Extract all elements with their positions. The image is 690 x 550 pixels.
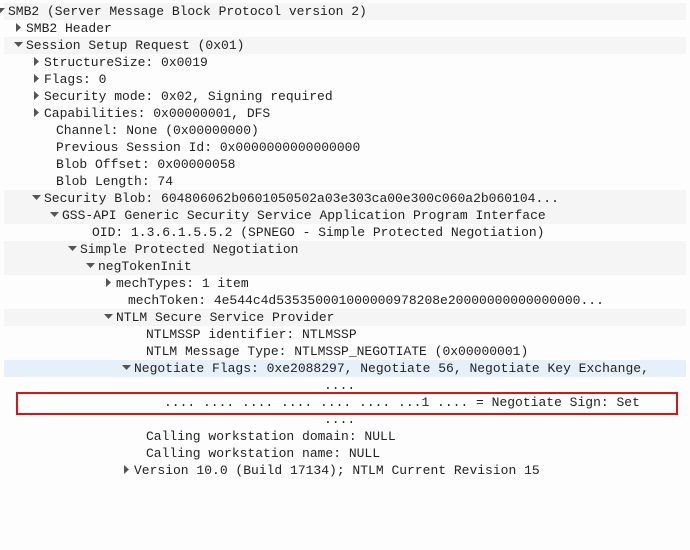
chevron-right-icon[interactable]	[122, 462, 134, 479]
chevron-right-icon[interactable]	[14, 20, 26, 37]
oid[interactable]: OID: 1.3.6.1.5.5.2 (SPNEGO - Simple Prot…	[4, 224, 686, 241]
ntlm-ssp-label: NTLM Secure Service Provider	[116, 310, 334, 325]
prev-session[interactable]: Previous Session Id: 0x0000000000000000	[4, 139, 686, 156]
smb2-header-label: SMB2 Header	[26, 21, 112, 36]
packet-details-tree: SMB2 (Server Message Block Protocol vers…	[0, 0, 690, 485]
chevron-right-icon[interactable]	[104, 275, 116, 292]
blob-offset-label: Blob Offset: 0x00000058	[56, 157, 235, 172]
mechtoken-label: mechToken: 4e544c4d535350001000000978208…	[128, 293, 604, 308]
chevron-right-icon[interactable]	[32, 105, 44, 122]
blob-length[interactable]: Blob Length: 74	[4, 173, 686, 190]
ntlm-msgtype-label: NTLM Message Type: NTLMSSP_NEGOTIATE (0x…	[146, 344, 528, 359]
channel-label: Channel: None (0x00000000)	[56, 123, 259, 138]
ntlm-identifier-label: NTLMSSP identifier: NTLMSSP	[146, 327, 357, 342]
workstation-name-label: Calling workstation name: NULL	[146, 446, 380, 461]
chevron-right-icon[interactable]	[32, 71, 44, 88]
security-mode[interactable]: Security mode: 0x02, Signing required	[4, 88, 686, 105]
capabilities[interactable]: Capabilities: 0x00000001, DFS	[4, 105, 686, 122]
blob-offset[interactable]: Blob Offset: 0x00000058	[4, 156, 686, 173]
gss-api-label: GSS-API Generic Security Service Applica…	[62, 208, 546, 223]
session-setup[interactable]: Session Setup Request (0x01)	[4, 37, 686, 54]
flags-ellipsis-above[interactable]: ....	[4, 377, 686, 394]
negotiate-flags-label: Negotiate Flags: 0xe2088297, Negotiate 5…	[134, 361, 649, 376]
negtoken[interactable]: negTokenInit	[4, 258, 686, 275]
flags-ellipsis-below[interactable]: ....	[4, 411, 686, 428]
channel[interactable]: Channel: None (0x00000000)	[4, 122, 686, 139]
chevron-down-icon[interactable]	[0, 3, 8, 20]
negotiate-sign-label: .... .... .... .... .... .... ...1 .... …	[164, 395, 640, 410]
oid-label: OID: 1.3.6.1.5.5.2 (SPNEGO - Simple Prot…	[92, 225, 544, 240]
security-blob[interactable]: Security Blob: 604806062b0601050502a03e3…	[4, 190, 686, 207]
ntlm-ssp[interactable]: NTLM Secure Service Provider	[4, 309, 686, 326]
flags-row[interactable]: Flags: 0	[4, 71, 686, 88]
prev-session-label: Previous Session Id: 0x0000000000000000	[56, 140, 360, 155]
smb2-label: SMB2 (Server Message Block Protocol vers…	[8, 4, 367, 19]
chevron-down-icon[interactable]	[14, 37, 26, 54]
mechtypes[interactable]: mechTypes: 1 item	[4, 275, 686, 292]
spn-label: Simple Protected Negotiation	[80, 242, 298, 257]
chevron-down-icon[interactable]	[122, 360, 134, 377]
ntlm-version[interactable]: Version 10.0 (Build 17134); NTLM Current…	[4, 462, 686, 479]
chevron-down-icon[interactable]	[50, 207, 62, 224]
negotiate-flags[interactable]: Negotiate Flags: 0xe2088297, Negotiate 5…	[4, 360, 686, 377]
ntlm-msgtype[interactable]: NTLM Message Type: NTLMSSP_NEGOTIATE (0x…	[4, 343, 686, 360]
session-setup-label: Session Setup Request (0x01)	[26, 38, 244, 53]
blob-length-label: Blob Length: 74	[56, 174, 173, 189]
negtoken-label: negTokenInit	[98, 259, 192, 274]
smb2-root[interactable]: SMB2 (Server Message Block Protocol vers…	[4, 3, 686, 20]
smb2-header[interactable]: SMB2 Header	[4, 20, 686, 37]
workstation-domain-label: Calling workstation domain: NULL	[146, 429, 396, 444]
ntlm-version-label: Version 10.0 (Build 17134); NTLM Current…	[134, 463, 540, 478]
structure-size[interactable]: StructureSize: 0x0019	[4, 54, 686, 71]
chevron-down-icon[interactable]	[32, 190, 44, 207]
chevron-right-icon[interactable]	[32, 88, 44, 105]
ntlm-identifier[interactable]: NTLMSSP identifier: NTLMSSP	[4, 326, 686, 343]
mechtypes-label: mechTypes: 1 item	[116, 276, 249, 291]
chevron-down-icon[interactable]	[86, 258, 98, 275]
mechtoken[interactable]: mechToken: 4e544c4d535350001000000978208…	[4, 292, 686, 309]
security-blob-label: Security Blob: 604806062b0601050502a03e3…	[44, 191, 559, 206]
chevron-down-icon[interactable]	[68, 241, 80, 258]
gss-api[interactable]: GSS-API Generic Security Service Applica…	[4, 207, 686, 224]
security-mode-label: Security mode: 0x02, Signing required	[44, 89, 333, 104]
workstation-name[interactable]: Calling workstation name: NULL	[4, 445, 686, 462]
chevron-down-icon[interactable]	[104, 309, 116, 326]
spn[interactable]: Simple Protected Negotiation	[4, 241, 686, 258]
negotiate-sign-row[interactable]: .... .... .... .... .... .... ...1 .... …	[4, 394, 686, 411]
workstation-domain[interactable]: Calling workstation domain: NULL	[4, 428, 686, 445]
structure-size-label: StructureSize: 0x0019	[44, 55, 208, 70]
chevron-right-icon[interactable]	[32, 54, 44, 71]
capabilities-label: Capabilities: 0x00000001, DFS	[44, 106, 270, 121]
flags-label: Flags: 0	[44, 72, 106, 87]
